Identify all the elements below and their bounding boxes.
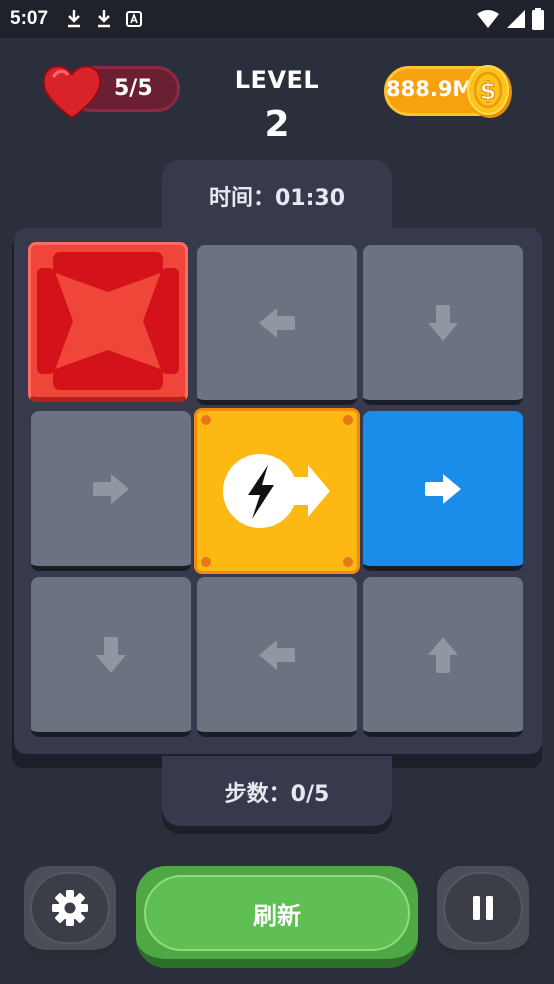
arrow-left-icon xyxy=(259,639,295,670)
timer-panel: 时间：01:30 xyxy=(162,160,392,236)
wifi-icon xyxy=(477,10,499,28)
tile-arrow-down[interactable] xyxy=(363,245,523,405)
tile-blocker xyxy=(28,242,188,402)
pause-icon xyxy=(473,896,493,920)
signal-icon xyxy=(507,10,525,28)
x-blocker-icon xyxy=(37,252,179,390)
timer-text: 时间：01:30 xyxy=(208,186,346,211)
battery-icon xyxy=(532,8,544,30)
status-bar: 5:07 xyxy=(0,0,554,38)
gear-icon xyxy=(52,890,88,926)
coin-counter[interactable]: 888.9M $ xyxy=(384,62,516,120)
tile-arrow-left[interactable] xyxy=(197,245,357,405)
arrow-down-icon xyxy=(96,636,126,673)
steps-text: 步数：0/5 xyxy=(224,782,330,807)
arrow-up-icon xyxy=(428,636,458,673)
tile-arrow-up[interactable] xyxy=(363,577,523,737)
status-time: 5:07 xyxy=(10,8,49,29)
refresh-button[interactable]: 刷新 xyxy=(136,866,418,968)
arrow-left-icon xyxy=(259,307,295,338)
tile-power[interactable] xyxy=(194,408,360,574)
steps-panel: 步数：0/5 xyxy=(162,756,392,826)
game-board xyxy=(14,228,542,754)
arrow-right-icon xyxy=(93,473,129,504)
coin-symbol: $ xyxy=(480,77,497,105)
tile-arrow-right[interactable] xyxy=(31,411,191,571)
download-icon xyxy=(98,10,111,28)
pause-button[interactable] xyxy=(437,866,529,958)
tile-arrow-left[interactable] xyxy=(197,577,357,737)
arrow-right-icon xyxy=(425,473,461,504)
tile-arrow-down[interactable] xyxy=(31,577,191,737)
refresh-label: 刷新 xyxy=(253,901,301,930)
rivet xyxy=(201,557,211,567)
tile-arrow-right-active[interactable] xyxy=(363,411,523,571)
settings-button[interactable] xyxy=(24,866,116,958)
lightning-arrow-icon xyxy=(223,454,330,528)
coin-value: 888.9M xyxy=(386,77,474,101)
coin-icon: $ xyxy=(467,65,512,118)
arrow-down-icon xyxy=(428,304,458,341)
rivet xyxy=(343,557,353,567)
rivet xyxy=(201,415,211,425)
text-a-icon xyxy=(126,11,143,27)
rivet xyxy=(343,415,353,425)
download-icon xyxy=(68,10,81,28)
